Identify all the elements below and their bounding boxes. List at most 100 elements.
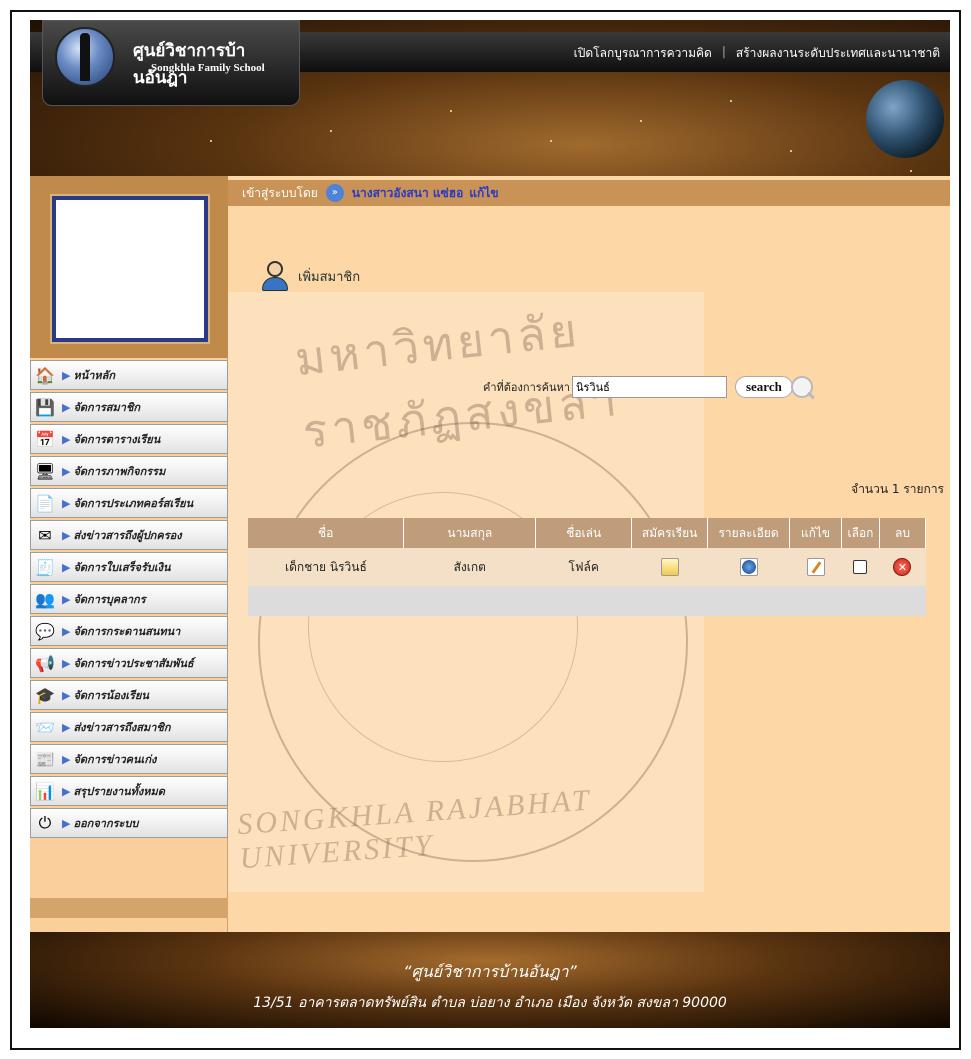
- pr-news-icon: 📢: [35, 653, 55, 673]
- sidebar-item-home[interactable]: 🏠 ▶ หน้าหลัก: [30, 360, 228, 390]
- sidebar-item-label: จัดการข่าวคนเก่ง: [73, 753, 157, 766]
- arrow-icon: ▶: [62, 496, 71, 510]
- arrow-icon: ▶: [62, 656, 71, 670]
- sidebar-item-pr-news[interactable]: 📢 ▶ จัดการข่าวประชาสัมพันธ์: [30, 648, 228, 678]
- sidebar-item-label: จัดการกระดานสนทนา: [73, 625, 181, 638]
- sidebar-item-label: จัดการสมาชิก: [73, 401, 141, 414]
- delete-icon[interactable]: ✕: [893, 558, 912, 576]
- sidebar-item-activity-photos[interactable]: 🖥 ▶ จัดการภาพกิจกรรม: [30, 456, 228, 486]
- sidebar-menu: 🏠 ▶ หน้าหลัก 💾 ▶ จัดการสมาชิก 📅 ▶ จัดการตารางเ…: [30, 360, 228, 840]
- details-icon[interactable]: [739, 558, 758, 576]
- login-bar: เข้าสู่ระบบโดย » นางสาวอังสนา แซ่ฮอ แก้ไ…: [228, 180, 950, 206]
- header-banner: เปิดโลกบูรณาการความคิด | สร้างผลงานระดับ…: [30, 20, 950, 176]
- report-icon: 📊: [35, 781, 55, 801]
- member-news-icon: 📨: [35, 717, 55, 737]
- arrow-icon: ▶: [62, 592, 71, 606]
- details-cell: [707, 548, 790, 586]
- sidebar-item-course-types[interactable]: 📄 ▶ จัดการประเภทคอร์สเรียน: [30, 488, 228, 518]
- column-header: ชื่อ: [248, 518, 405, 548]
- search-input[interactable]: [571, 376, 727, 398]
- arrow-icon: ▶: [62, 720, 71, 734]
- delete-cell: ✕: [879, 548, 926, 586]
- column-header: รายละเอียด: [707, 518, 791, 548]
- arrow-icon: ▶: [62, 816, 71, 830]
- edit-cell: [789, 548, 842, 586]
- double-arrow-icon: »: [325, 184, 344, 202]
- search-button[interactable]: search: [734, 376, 793, 398]
- person-head: [267, 261, 283, 277]
- logo[interactable]: ศูนย์วิชาการบ้านอันฎา Songkhla Family Sc…: [42, 20, 300, 106]
- arrow-icon: ▶: [62, 464, 71, 478]
- logged-in-user[interactable]: นางสาวอังสนา แซ่ฮอ: [352, 184, 464, 203]
- select-checkbox[interactable]: [853, 560, 868, 575]
- sidebar-item-label: ส่งข่าวสารถึงผู้ปกครอง: [73, 529, 182, 542]
- sidebar-item-label: จัดการตารางเรียน: [73, 433, 161, 446]
- nickname-cell: โฟล์ค: [535, 548, 632, 586]
- column-header: แก้ไข: [789, 518, 842, 548]
- sidebar-item-label: หน้าหลัก: [73, 369, 116, 382]
- watermark-text-thai: มหาวิทยาลัยราชภัฏสงขลา: [292, 302, 623, 459]
- sidebar-item-label: จัดการบุคลากร: [73, 593, 146, 606]
- forum-icon: 💬: [35, 621, 55, 641]
- footer: “ศูนย์วิชาการบ้านอันฎา” 13/51 อาคารตลาดท…: [30, 932, 950, 1028]
- staff-icon: 👥: [35, 589, 55, 609]
- person-icon: [260, 260, 290, 292]
- profile-photo: [52, 196, 208, 342]
- receipt-icon: 🧾: [35, 557, 55, 577]
- divider: |: [721, 44, 726, 58]
- sidebar-item-label: จัดการข่าวประชาสัมพันธ์: [73, 657, 194, 670]
- footer-title: “ศูนย์วิชาการบ้านอันฎา”: [403, 962, 577, 981]
- column-header: เลือก: [841, 518, 880, 548]
- add-member-label: เพิ่มสมาชิก: [298, 269, 361, 285]
- sidebar-top: [30, 176, 228, 358]
- arrow-icon: ▶: [62, 560, 71, 574]
- course-type-icon: 📄: [35, 493, 55, 513]
- select-cell: [841, 548, 880, 586]
- arrow-icon: ▶: [62, 688, 71, 702]
- sidebar-item-member-news[interactable]: 📨 ▶ ส่งข่าวสารถึงสมาชิก: [30, 712, 228, 742]
- sidebar-item-parent-news[interactable]: ✉ ▶ ส่งข่าวสารถึงผู้ปกครอง: [30, 520, 228, 550]
- sidebar-item-talent-news[interactable]: 📰 ▶ จัดการข่าวคนเก่ง: [30, 744, 228, 774]
- arrow-icon: ▶: [62, 624, 71, 638]
- table-row: เด็กชาย นิรวินธ์ สังเกต โฟล์ค ✕: [248, 548, 926, 586]
- sidebar-item-schedule[interactable]: 📅 ▶ จัดการตารางเรียน: [30, 424, 228, 454]
- top-link-2[interactable]: สร้างผลงานระดับประเทศและนานาชาติ: [736, 44, 940, 63]
- top-links: เปิดโลกบูรณาการความคิด | สร้างผลงานระดับ…: [574, 44, 940, 63]
- table-row: [248, 586, 926, 616]
- activity-photo-icon: 🖥: [34, 461, 56, 481]
- site: เปิดโลกบูรณาการความคิด | สร้างผลงานระดับ…: [20, 20, 950, 1040]
- sidebar-item-label: จัดการภาพกิจกรรม: [73, 465, 166, 478]
- login-label: เข้าสู่ระบบโดย: [242, 185, 318, 200]
- sidebar-item-logout[interactable]: ⏻ ▶ ออกจากระบบ: [30, 808, 228, 838]
- home-icon: 🏠: [35, 365, 55, 385]
- person-body: [262, 277, 288, 291]
- sidebar-item-members[interactable]: 💾 ▶ จัดการสมาชิก: [30, 392, 228, 422]
- members-table: ชื่อ นามสกุล ชื่อเล่น สมัครเรียน รายละเอ…: [248, 518, 927, 616]
- sidebar-footer: [30, 898, 228, 918]
- sidebar-item-label: ออกจากระบบ: [73, 817, 139, 830]
- pencil-icon[interactable]: [806, 558, 825, 576]
- sidebar-item-label: จัดการประเภทคอร์สเรียน: [73, 497, 194, 510]
- edit-profile-link[interactable]: แก้ไข: [469, 184, 498, 203]
- arrow-icon: ▶: [62, 368, 71, 382]
- search-form: คำที่ต้องการค้นหา search: [483, 376, 813, 398]
- logout-icon: ⏻: [38, 813, 52, 832]
- sidebar-item-report[interactable]: 📊 ▶ สรุปรายงานทั้งหมด: [30, 776, 228, 806]
- sidebar-item-label: ส่งข่าวสารถึงสมาชิก: [73, 721, 171, 734]
- arrow-icon: ▶: [62, 528, 71, 542]
- empty-row: [248, 586, 926, 616]
- sidebar-item-students[interactable]: 🎓 ▶ จัดการน้องเรียน: [30, 680, 228, 710]
- sidebar-item-staff[interactable]: 👥 ▶ จัดการบุคลากร: [30, 584, 228, 614]
- sidebar-item-forum[interactable]: 💬 ▶ จัดการกระดานสนทนา: [30, 616, 228, 646]
- add-member-button[interactable]: เพิ่มสมาชิก: [260, 260, 360, 292]
- search-label: คำที่ต้องการค้นหา: [483, 381, 570, 394]
- main-content: เข้าสู่ระบบโดย » นางสาวอังสนา แซ่ฮอ แก้ไ…: [228, 176, 950, 932]
- sidebar: 🏠 ▶ หน้าหลัก 💾 ▶ จัดการสมาชิก 📅 ▶ จัดการตารางเ…: [30, 176, 228, 932]
- talent-news-icon: 📰: [35, 749, 55, 769]
- schedule-icon: 📅: [35, 429, 55, 449]
- sidebar-item-receipts[interactable]: 🧾 ▶ จัดการใบเสร็จรับเงิน: [30, 552, 228, 582]
- folder-icon[interactable]: [660, 558, 679, 576]
- last-name-cell: สังเกต: [403, 548, 536, 586]
- sidebar-item-label: สรุปรายงานทั้งหมด: [73, 785, 165, 798]
- top-link-1[interactable]: เปิดโลกบูรณาการความคิด: [574, 44, 712, 63]
